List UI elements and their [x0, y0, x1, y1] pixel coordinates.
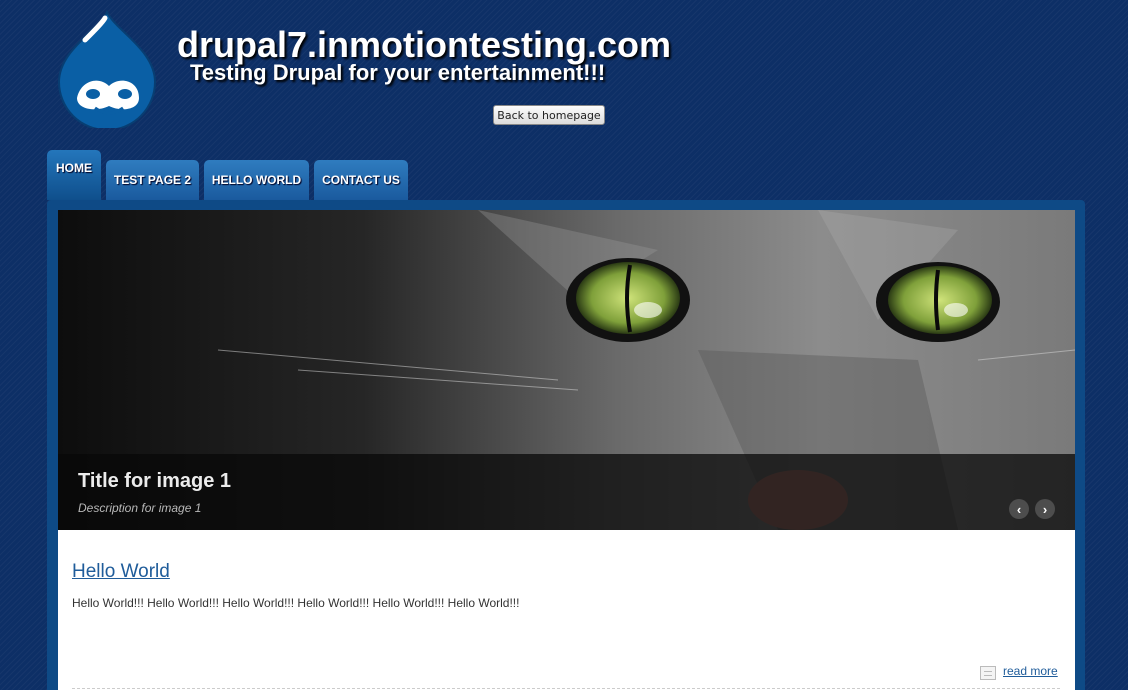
site-slogan: Testing Drupal for your entertainment!!! [190, 60, 606, 85]
slideshow[interactable]: Title for image 1 Description for image … [58, 210, 1075, 530]
tab-contact-us[interactable]: CONTACT US [314, 160, 408, 200]
tab-hello-world[interactable]: HELLO WORLD [204, 160, 309, 200]
article-title-link[interactable]: Hello World [72, 561, 170, 583]
slide-description: Description for image 1 [78, 501, 202, 515]
divider [72, 688, 1060, 689]
slide-title: Title for image 1 [78, 470, 232, 492]
drupal-logo-icon[interactable] [55, 9, 160, 131]
back-to-homepage-button[interactable]: Back to homepage [493, 105, 605, 125]
next-slide-chevron-right-icon[interactable]: › [1035, 499, 1055, 519]
prev-slide-chevron-left-icon[interactable]: ‹ [1009, 499, 1029, 519]
document-icon [980, 666, 996, 680]
read-more-link[interactable]: read more [1003, 664, 1058, 678]
tab-test-page-2[interactable]: TEST PAGE 2 [106, 160, 199, 200]
content-area: Hello World Hello World!!! Hello World!!… [58, 530, 1075, 690]
article-body: Hello World!!! Hello World!!! Hello Worl… [72, 596, 520, 610]
slide-caption: Title for image 1 Description for image … [58, 454, 1075, 530]
tab-home[interactable]: HOME [47, 150, 101, 200]
